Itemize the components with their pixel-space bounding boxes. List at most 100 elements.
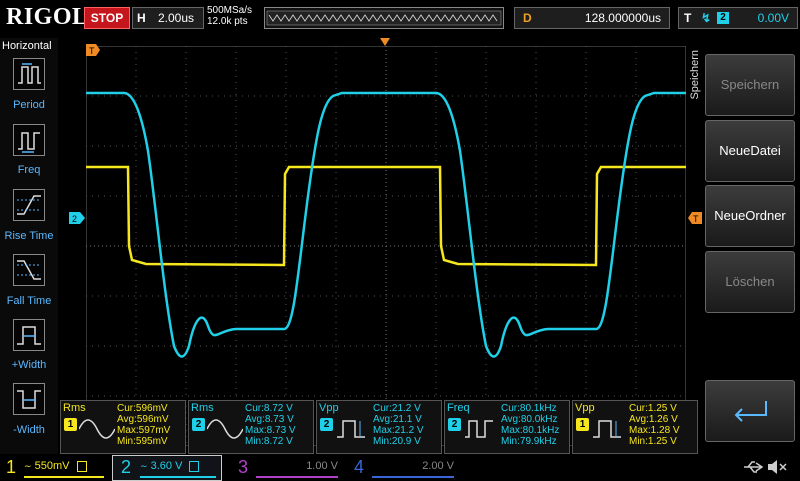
- dc-coupling-icon: ∼: [24, 461, 32, 471]
- delay-label: D: [523, 11, 532, 25]
- period-button[interactable]: [13, 58, 45, 90]
- vpp-square-icon: [593, 420, 621, 438]
- horizontal-trigger-marker[interactable]: [380, 38, 390, 46]
- channel-badge: 1: [64, 418, 77, 431]
- frequency-button[interactable]: [13, 124, 45, 156]
- dc-coupling-icon: ∼: [140, 461, 148, 471]
- trigger-box[interactable]: T ↯ 2 0.00V: [678, 7, 798, 29]
- measurement-name: Freq: [447, 402, 470, 414]
- measurement-max: Max:1.28 V: [629, 425, 680, 436]
- period-icon: [18, 63, 41, 84]
- trigger-level-marker[interactable]: T: [688, 212, 702, 224]
- measurement-3[interactable]: Vpp 2 Cur:21.2 V Avg:21.1 V Max:21.2 V M…: [316, 400, 442, 454]
- measurement-min: Min:79.9kHz: [501, 436, 557, 447]
- positive-width-label: +Width: [11, 359, 47, 371]
- delay-value: 128.000000us: [584, 11, 661, 25]
- ch2-scale-value: 3.60 V: [150, 460, 183, 472]
- rigol-logo: RIGOL: [6, 4, 89, 30]
- ch1-scale[interactable]: ∼ 550mV: [24, 456, 104, 478]
- measurement-cur: Cur:596mV: [117, 403, 168, 414]
- measurement-min: Min:1.25 V: [629, 436, 677, 447]
- trigger-level: 0.00V: [757, 11, 789, 25]
- measure-menu-title: Horizontal: [2, 40, 52, 52]
- softkey-menu-title: Speichern: [689, 50, 701, 100]
- ch3-number[interactable]: 3: [238, 454, 248, 480]
- memory-depth: 12.0k pts: [207, 16, 248, 27]
- timebase-value: 2.00us: [158, 11, 195, 25]
- positive-width-button[interactable]: [13, 319, 45, 351]
- timebase-box[interactable]: H 2.00us: [132, 7, 204, 29]
- run-stop-indicator[interactable]: STOP: [84, 7, 130, 29]
- rise-time-label: Rise Time: [4, 230, 54, 242]
- measurement-cur: Cur:1.25 V: [629, 403, 677, 414]
- negative-width-label: -Width: [13, 424, 45, 436]
- sine-wave-icon: [79, 419, 115, 439]
- sample-rate-info: 500MSa/s 12.0k pts: [207, 5, 252, 27]
- measurement-max: Max:21.2 V: [373, 425, 424, 436]
- channel-badge: 2: [192, 418, 205, 431]
- ch4-scale[interactable]: 2.00 V: [372, 456, 454, 478]
- measurement-2[interactable]: Rms 2 Cur:8.72 V Avg:8.73 V Max:8.73 V M…: [188, 400, 314, 454]
- measurement-name: Rms: [63, 402, 86, 414]
- new-folder-button[interactable]: NeueOrdner: [705, 185, 795, 247]
- measurement-5[interactable]: Vpp 1 Cur:1.25 V Avg:1.26 V Max:1.28 V M…: [572, 400, 698, 454]
- measurement-avg: Avg:1.26 V: [629, 414, 678, 425]
- vpp-square-icon: [337, 420, 365, 438]
- save-button[interactable]: Speichern: [705, 54, 795, 116]
- delete-button[interactable]: Löschen: [705, 251, 795, 313]
- ch2-number[interactable]: 2: [121, 454, 131, 480]
- fall-time-icon: [17, 260, 41, 280]
- ch4-number[interactable]: 4: [354, 454, 364, 480]
- trigger-label: T: [684, 11, 692, 25]
- ch1-number[interactable]: 1: [6, 454, 16, 480]
- ch2-ground-marker[interactable]: 2: [69, 212, 85, 224]
- measurement-min: Min:20.9 V: [373, 436, 421, 447]
- measurement-1[interactable]: Rms 1 Cur:596mV Avg:596mV Max:597mV Min:…: [60, 400, 186, 454]
- frequency-icon: [465, 420, 493, 438]
- svg-text:T: T: [89, 46, 95, 56]
- measurement-name: Vpp: [575, 402, 595, 414]
- timebase-label: H: [137, 11, 146, 25]
- trigger-position-marker[interactable]: T: [86, 44, 100, 56]
- trigger-source-badge: 2: [717, 12, 729, 24]
- waveform-display[interactable]: [86, 46, 686, 446]
- measurement-avg: Avg:8.73 V: [245, 414, 294, 425]
- measurement-max: Max:597mV: [117, 425, 171, 436]
- negative-width-icon: [17, 390, 41, 409]
- measurement-4[interactable]: Freq 2 Cur:80.1kHz Avg:80.0kHz Max:80.1k…: [444, 400, 570, 454]
- svg-text:T: T: [693, 214, 699, 224]
- rise-time-button[interactable]: [13, 189, 45, 221]
- measurement-min: Min:8.72 V: [245, 436, 293, 447]
- measurement-cur: Cur:21.2 V: [373, 403, 421, 414]
- measurement-avg: Avg:21.1 V: [373, 414, 422, 425]
- fall-time-button[interactable]: [13, 254, 45, 286]
- measurement-min: Min:595mV: [117, 436, 168, 447]
- channel-badge: 2: [448, 418, 461, 431]
- enter-button[interactable]: [705, 380, 795, 442]
- channel-badge: 2: [320, 418, 333, 431]
- bandwidth-limit-icon: [189, 460, 200, 472]
- positive-width-icon: [17, 326, 41, 345]
- ch1-scale-value: 550mV: [34, 460, 70, 472]
- new-file-button[interactable]: NeueDatei: [705, 120, 795, 182]
- measurement-max: Max:8.73 V: [245, 425, 296, 436]
- bandwidth-limit-icon: [76, 460, 87, 472]
- measurement-name: Rms: [191, 402, 214, 414]
- rising-edge-icon: ↯: [701, 11, 712, 25]
- frequency-label: Freq: [17, 164, 41, 176]
- period-label: Period: [13, 99, 45, 111]
- ch3-scale[interactable]: 1.00 V: [256, 456, 338, 478]
- svg-text:2: 2: [72, 214, 77, 224]
- measurement-max: Max:80.1kHz: [501, 425, 560, 436]
- frequency-icon: [18, 132, 40, 153]
- negative-width-button[interactable]: [13, 383, 45, 415]
- sine-wave-icon: [207, 419, 243, 439]
- enter-return-icon: [734, 401, 767, 422]
- mute-icon: [768, 460, 787, 474]
- delay-box[interactable]: D 128.000000us: [514, 7, 670, 29]
- usb-icon: [744, 461, 764, 473]
- measurement-cur: Cur:80.1kHz: [501, 403, 557, 414]
- sample-rate: 500MSa/s: [207, 5, 253, 16]
- rise-time-icon: [17, 195, 41, 215]
- ch2-scale[interactable]: ∼ 3.60 V: [140, 456, 216, 478]
